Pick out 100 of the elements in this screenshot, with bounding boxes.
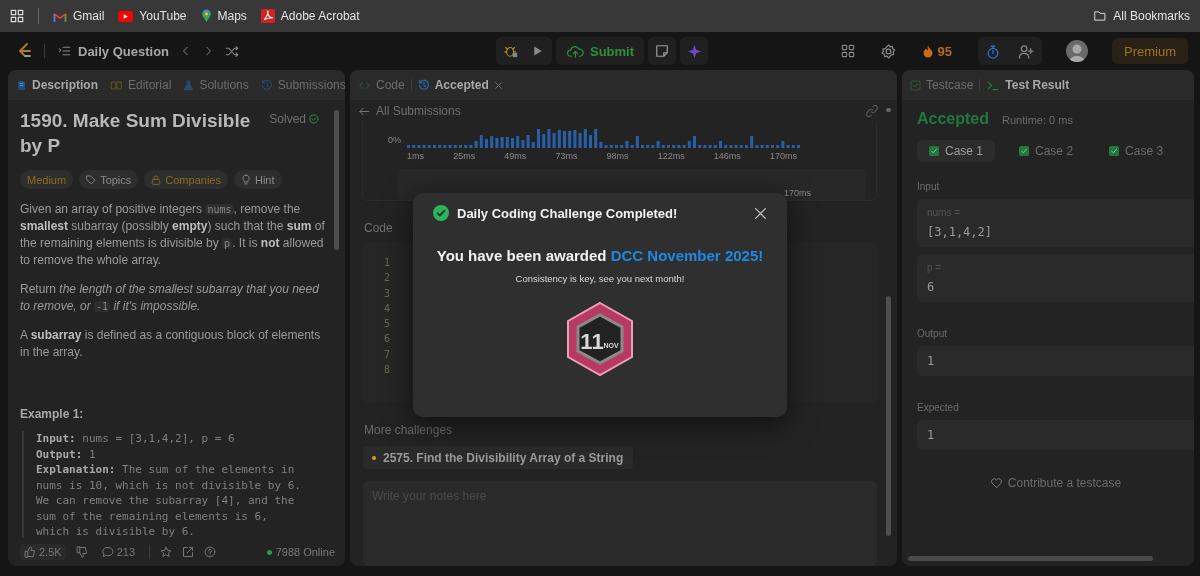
verdict: Accepted [917,110,990,128]
comment-icon [101,546,114,558]
close-icon [754,206,767,220]
check-icon [929,146,939,156]
challenge-link[interactable]: 2575. Find the Divisibility Array of a String [363,446,634,469]
axis-label: 0% [387,134,401,147]
share-icon[interactable] [182,546,194,558]
list-icon [57,45,72,57]
help-icon[interactable] [204,546,216,558]
bookmark-link[interactable]: Gmail [53,9,105,23]
arrow-left-icon [358,105,370,117]
lightbulb-icon [240,174,251,185]
example-line: Output: 1 [36,446,97,462]
case-tab[interactable]: Case 2 [1007,140,1086,162]
back-link[interactable]: All Submissions [358,104,461,118]
tick-label: 98ms [606,150,629,161]
tick-label: 170ms [770,150,797,161]
dialog-subtitle: Consistency is key, see you next month! [515,273,685,284]
bookmark-link[interactable]: YouTube [118,9,187,23]
description-paragraph: A subarray is defined as a contiguous block of elements in the array. [20,327,322,361]
tag-icon [86,174,97,185]
panel-tab[interactable]: Test Result [986,78,1070,92]
expected-value-field: 1 [917,420,1194,450]
pdf-icon [260,9,275,23]
next-icon[interactable] [203,44,214,58]
logo-icon[interactable] [16,42,32,60]
grid-icon[interactable] [840,44,855,58]
line-number: 7 [384,347,391,362]
all-bookmarks-link[interactable]: All Bookmarks [1093,9,1190,23]
heart-icon [989,477,1003,489]
tag-chip[interactable]: Topics [79,170,139,189]
like-button[interactable]: 2.5K [20,544,66,560]
star-icon[interactable] [160,546,172,558]
avatar[interactable] [1066,40,1088,62]
streak-counter[interactable]: 95 [921,43,952,59]
award-link[interactable]: DCC November 2025! [610,247,764,264]
online-count: 7988 Online [266,546,335,558]
daily-question-button[interactable]: Daily Question [57,43,170,59]
panel-tab[interactable]: Accepted [417,78,503,92]
panel-tab[interactable]: Submissions [260,78,345,92]
tick-label: 122ms [657,150,685,161]
folder-icon [1093,10,1108,22]
check-icon [1019,146,1030,156]
play-icon[interactable] [531,44,544,58]
case-tab[interactable]: Case 3 [1097,140,1176,162]
bookmark-link[interactable]: Adobe Acrobat [260,9,360,23]
add-user-icon[interactable] [1018,43,1034,59]
example-line: Explanation: The sum of the elements in nums is 10, which is not divisible by 6. We can remove the subarray [4], and the sum of the remaining elements is 6, which is divisible by 6. [36,462,302,538]
panel-tab[interactable]: Code [358,78,405,92]
tick-label: 170ms [784,188,811,198]
settings-icon[interactable] [880,43,896,59]
tick-label: 49ms [504,150,527,161]
example-line: Input: nums = [3,1,4,2], p = 6 [36,431,236,447]
stopwatch-icon[interactable] [986,43,1000,59]
apps-icon[interactable] [10,9,24,23]
assistant-button[interactable] [680,37,709,65]
code-heading: Code [364,221,393,235]
line-number: 1 [384,256,391,270]
output-value-field: 1 [917,346,1194,376]
flask-icon [183,78,195,92]
example-title: Example 1: [20,407,85,421]
runtime: Runtime: 0 ms [1002,114,1073,126]
lock-icon [151,174,162,185]
sparkle-icon [686,43,702,59]
tag-chip[interactable]: Companies [144,170,228,189]
comments-button[interactable]: 213 [97,544,139,560]
submit-button[interactable]: Submit [555,37,645,65]
terminal-icon [986,79,1001,91]
note-button[interactable] [648,37,677,65]
thumbs-down-icon[interactable] [75,546,88,558]
panel-tab[interactable]: Testcase [910,78,974,92]
bug-icon[interactable] [503,44,518,58]
line-number: 2 [384,271,391,286]
section-label: Output [917,328,949,339]
tag-chip[interactable]: Hint [233,170,282,189]
description-paragraph: Given an array of positive integers nums , remove the smallest subarray (possibly empty) such that the sum of the remaining elements is divisible by p . It is not allowed to remove the whole array. [20,201,326,269]
cloud-upload-icon [565,44,584,58]
close-button[interactable] [754,206,767,220]
section-label: Input [917,181,941,192]
map-pin-icon [200,9,212,23]
mail-icon [53,10,67,22]
case-tab[interactable]: Case 1 [917,140,996,162]
panel-tab[interactable]: Editorial [110,78,172,92]
tick-label: 1ms [407,150,424,161]
premium-button[interactable]: Premium [1112,38,1188,64]
note-icon [655,44,670,58]
link-icon[interactable] [865,104,879,118]
panel-tab[interactable]: Description [16,78,98,92]
check-circle-icon [433,205,449,221]
thumbs-up-icon [24,546,36,558]
bookmark-link[interactable]: Maps [200,9,247,23]
book-icon [110,79,123,91]
shuffle-icon[interactable] [225,44,240,58]
document-icon [16,78,27,92]
code-icon [358,79,371,91]
contribute-link[interactable]: Contribute a testcase [983,475,1128,491]
panel-tab[interactable]: Solutions [183,78,249,92]
tag-chip[interactable]: Medium [20,170,74,189]
line-number: 8 [384,363,391,378]
close-icon[interactable] [493,80,503,90]
